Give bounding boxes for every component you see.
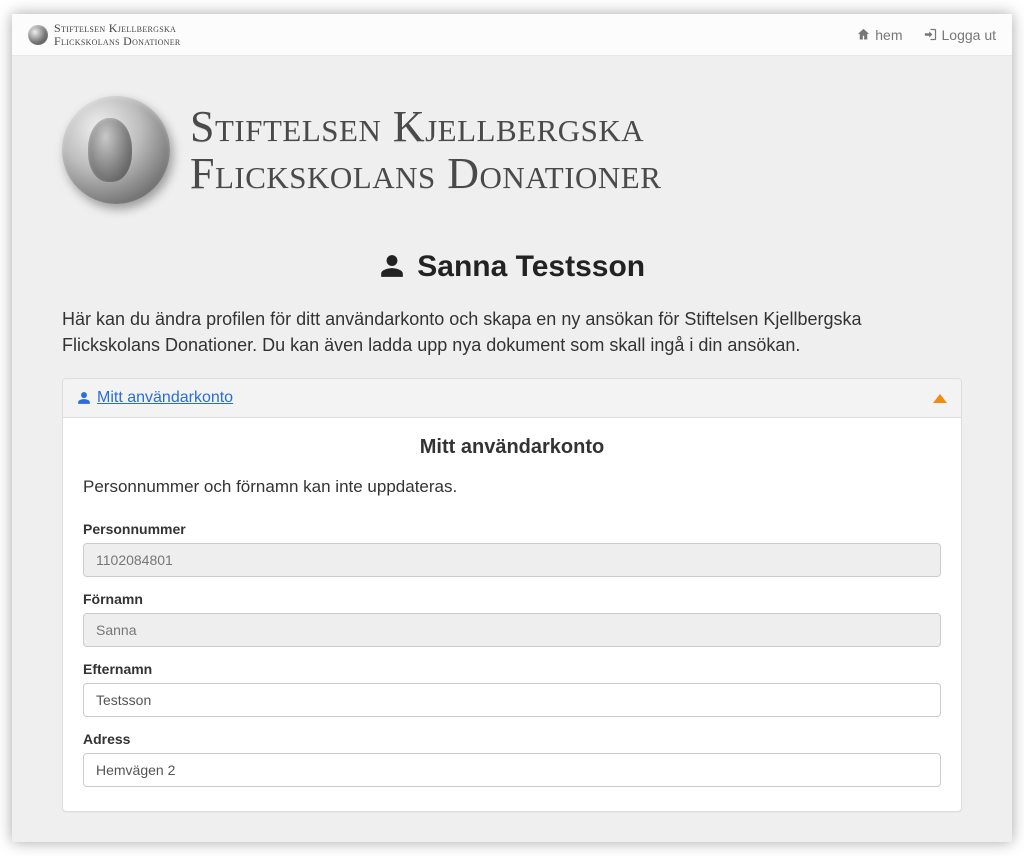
navbar-brand[interactable]: Stiftelsen Kjellbergska Flickskolans Don… [28, 22, 181, 47]
account-panel: Mitt användarkonto Mitt användarkonto Pe… [62, 378, 962, 812]
label-adress: Adress [83, 731, 941, 747]
nav-logout-link[interactable]: Logga ut [923, 27, 997, 43]
input-efternamn[interactable] [83, 683, 941, 717]
brand-coin-icon [62, 96, 170, 204]
input-adress[interactable] [83, 753, 941, 787]
panel-note: Personnummer och förnamn kan inte uppdat… [83, 477, 941, 497]
label-efternamn: Efternamn [83, 661, 941, 677]
home-icon [856, 27, 871, 42]
nav-logout-label: Logga ut [942, 27, 997, 43]
panel-head-link[interactable]: Mitt användarkonto [77, 389, 233, 407]
navbar-brand-text: Stiftelsen Kjellbergska Flickskolans Don… [54, 22, 181, 47]
input-fornamn [83, 613, 941, 647]
page-title: Sanna Testsson [62, 250, 962, 284]
user-icon [77, 391, 91, 405]
brand-title: Stiftelsen Kjellbergska Flickskolans Don… [190, 103, 661, 198]
panel-toggle[interactable]: Mitt användarkonto [63, 379, 961, 418]
brand-header: Stiftelsen Kjellbergska Flickskolans Don… [62, 96, 962, 204]
panel-head-link-text: Mitt användarkonto [97, 389, 233, 407]
nav-home-link[interactable]: hem [856, 27, 902, 43]
logout-icon [923, 27, 938, 42]
intro-text: Här kan du ändra profilen för ditt använ… [62, 306, 962, 358]
panel-heading: Mitt användarkonto [83, 436, 941, 459]
caret-up-icon [933, 394, 947, 403]
label-personnummer: Personnummer [83, 521, 941, 537]
user-icon [379, 253, 405, 279]
coin-icon [28, 25, 48, 45]
label-fornamn: Förnamn [83, 591, 941, 607]
nav-home-label: hem [875, 27, 902, 43]
top-navbar: Stiftelsen Kjellbergska Flickskolans Don… [12, 14, 1012, 56]
page-title-text: Sanna Testsson [417, 250, 645, 283]
input-personnummer [83, 543, 941, 577]
